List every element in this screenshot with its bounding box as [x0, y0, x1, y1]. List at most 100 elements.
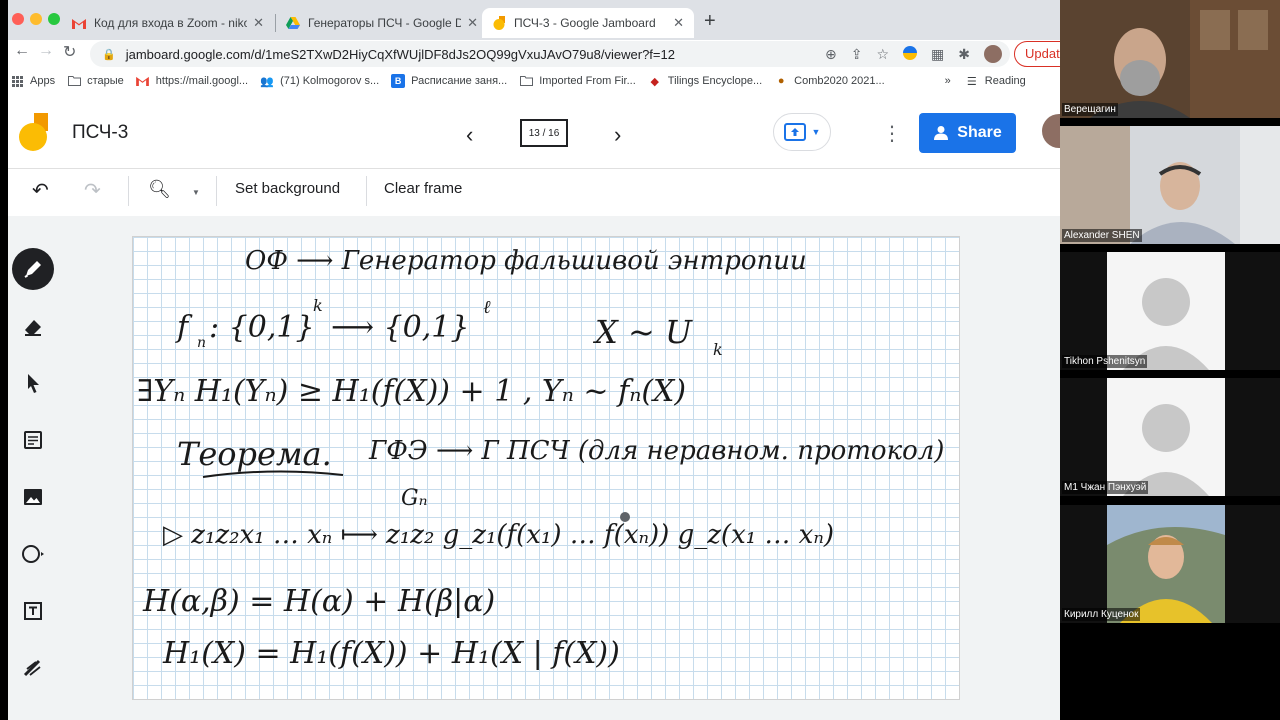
extension-generic-icon[interactable]: ▦: [931, 46, 944, 63]
profile-avatar-icon[interactable]: [984, 45, 1002, 63]
back-arrow-icon[interactable]: ←: [14, 42, 30, 60]
bookmark-label: Apps: [30, 75, 56, 87]
frame-counter-button[interactable]: 13 / 16: [520, 119, 568, 147]
participant-tile[interactable]: Верещагин: [1060, 0, 1280, 118]
pen-icon: [24, 261, 41, 278]
jamboard-icon: [492, 16, 506, 30]
schedule-icon: B: [391, 74, 406, 88]
zoom-dropdown-icon[interactable]: ▼: [192, 188, 200, 197]
tab-drive[interactable]: Генераторы ПСЧ - Google Dri ✕: [276, 8, 488, 38]
apps-grid-icon: [10, 74, 24, 88]
close-window-button[interactable]: [12, 13, 24, 25]
redo-icon[interactable]: ↷: [84, 178, 101, 203]
share-button[interactable]: Share: [919, 113, 1016, 153]
image-tool[interactable]: [12, 476, 54, 518]
folder-icon: [67, 74, 81, 88]
person-silhouette-icon: [1123, 404, 1209, 496]
participant-tile[interactable]: М1 Чжан Пэнхуэй: [1060, 378, 1280, 496]
minimize-window-button[interactable]: [30, 13, 42, 25]
participant-avatar-placeholder: [1107, 378, 1225, 496]
set-background-button[interactable]: Set background: [235, 180, 340, 197]
present-to-meeting-button[interactable]: ▼: [773, 113, 831, 151]
bookmark-star-icon[interactable]: ☆: [876, 46, 889, 63]
image-icon: [24, 489, 42, 505]
bookmark-kolmogorov[interactable]: 👥 (71) Kolmogorov s...: [260, 74, 379, 88]
browser-window: Код для входа в Zoom - nikola ✕ Генерато…: [8, 0, 1060, 720]
jamboard-header: ПСЧ-3 ‹ 13 / 16 › ▼ ⋮ Share: [8, 97, 1060, 169]
update-button[interactable]: Update: [1014, 41, 1060, 67]
new-tab-icon[interactable]: +: [704, 10, 716, 33]
bookmarks-overflow-icon[interactable]: »: [945, 75, 951, 87]
text-box-icon: [24, 602, 42, 620]
more-options-icon[interactable]: ⋮: [882, 121, 902, 146]
reading-list-icon: ☰: [966, 75, 977, 88]
participant-tile[interactable]: Alexander SHEN: [1060, 126, 1280, 244]
reading-list-button[interactable]: ☰ Reading: [965, 74, 1026, 88]
whiteboard-line-7: H₁(X) = H₁(f(X)) + H₁(X | f(X)): [162, 636, 620, 671]
eraser-icon: [25, 320, 41, 336]
tab-close-icon[interactable]: ✕: [673, 15, 684, 31]
forward-arrow-icon[interactable]: →: [38, 42, 54, 60]
whiteboard-line-5-proof: ▷ z₁z₂x₁ … xₙ ⟼ z₁z₂ g_z₁(f(x₁) … f(xₙ))…: [163, 520, 834, 550]
jam-title[interactable]: ПСЧ-3: [72, 122, 128, 144]
participant-tile[interactable]: Кирилл Куценок: [1060, 505, 1280, 623]
zoom-magnifier-icon[interactable]: 🔍︎: [148, 179, 171, 200]
whiteboard-line-4-statement: ГФЭ ⟶ Г ПСЧ (для неравном. протокол): [368, 436, 944, 466]
reload-icon[interactable]: ↻: [63, 42, 76, 62]
share-people-icon: [934, 126, 949, 140]
participant-video: [1060, 126, 1280, 244]
tab-zoom-code[interactable]: Код для входа в Zoom - nikola ✕: [62, 8, 274, 38]
participant-tile[interactable]: Tikhon Pshenitsyn: [1060, 252, 1280, 370]
bookmark-label: Расписание заня...: [411, 75, 508, 87]
participant-name: М1 Чжан Пэнхуэй: [1062, 481, 1149, 494]
participant-name: Alexander SHEN: [1062, 229, 1142, 242]
bookmark-imported[interactable]: Imported From Fir...: [519, 74, 636, 88]
whiteboard-frame[interactable]: ОФ ⟶ Генератор фальшивой энтропии f n : …: [132, 236, 960, 700]
extension-ukraine-icon[interactable]: [903, 45, 918, 63]
bookmark-comb2020[interactable]: ● Comb2020 2021...: [774, 74, 885, 88]
bookmark-old-folder[interactable]: старые: [67, 74, 124, 88]
bookmark-label: Imported From Fir...: [539, 75, 636, 87]
pen-tool[interactable]: [12, 248, 54, 290]
mushroom-icon: ●: [777, 75, 785, 87]
laser-tool[interactable]: [12, 647, 54, 689]
toolbar-divider: [366, 176, 367, 206]
people-icon: 👥: [260, 75, 274, 88]
sticky-note-tool[interactable]: [12, 419, 54, 461]
lock-icon: 🔒: [102, 48, 116, 61]
participant-name: Tikhon Pshenitsyn: [1062, 355, 1148, 368]
browser-toolbar: ← → ↻ 🔒 jamboard.google.com/d/1meS2TXwD2…: [8, 40, 1060, 68]
tab-close-icon[interactable]: ✕: [253, 15, 264, 31]
maximize-window-button[interactable]: [48, 13, 60, 25]
tab-title: Код для входа в Zoom - nikola: [94, 16, 248, 30]
next-frame-icon[interactable]: ›: [614, 122, 621, 148]
laser-pointer-dot: [620, 512, 630, 522]
zoom-icon[interactable]: ⊕: [825, 46, 837, 63]
bookmark-tilings[interactable]: ◆ Tilings Encyclope...: [648, 74, 763, 88]
handwriting-layer: ОФ ⟶ Генератор фальшивой энтропии f n : …: [137, 246, 944, 671]
shape-tool[interactable]: [12, 533, 54, 575]
previous-frame-icon[interactable]: ‹: [466, 122, 473, 148]
whiteboard-line-4-theorem: Теорема.: [177, 435, 332, 473]
text-box-tool[interactable]: [12, 590, 54, 632]
participant-avatar-placeholder: [1107, 252, 1225, 370]
drawing-tools-sidebar: [8, 244, 58, 704]
undo-icon[interactable]: ↶: [32, 178, 49, 203]
select-tool[interactable]: [12, 362, 54, 404]
address-bar[interactable]: 🔒 jamboard.google.com/d/1meS2TXwD2HiyCqX…: [90, 41, 1010, 67]
whiteboard-line-3: ∃Yₙ H₁(Yₙ) ≥ H₁(f(X)) + 1 , Yₙ ~ fₙ(X): [137, 374, 686, 409]
bookmark-label: старые: [87, 75, 124, 87]
bookmark-gmail[interactable]: https://mail.googl...: [136, 74, 248, 88]
circle-shape-icon: [22, 545, 44, 563]
share-page-icon[interactable]: ⇪: [851, 46, 863, 63]
clear-frame-button[interactable]: Clear frame: [384, 180, 462, 197]
extensions-puzzle-icon[interactable]: ✱: [958, 46, 970, 63]
bookmark-label: https://mail.googl...: [155, 75, 249, 87]
tab-jamboard[interactable]: ПСЧ-3 - Google Jamboard ✕: [482, 8, 694, 38]
bookmark-apps[interactable]: Apps: [10, 74, 55, 88]
bookmark-schedule[interactable]: B Расписание заня...: [391, 74, 507, 88]
account-avatar[interactable]: [1042, 114, 1060, 148]
tab-close-icon[interactable]: ✕: [467, 15, 478, 31]
eraser-tool[interactable]: [12, 305, 54, 347]
tab-bar: Код для входа в Zoom - nikola ✕ Генерато…: [8, 0, 1060, 40]
